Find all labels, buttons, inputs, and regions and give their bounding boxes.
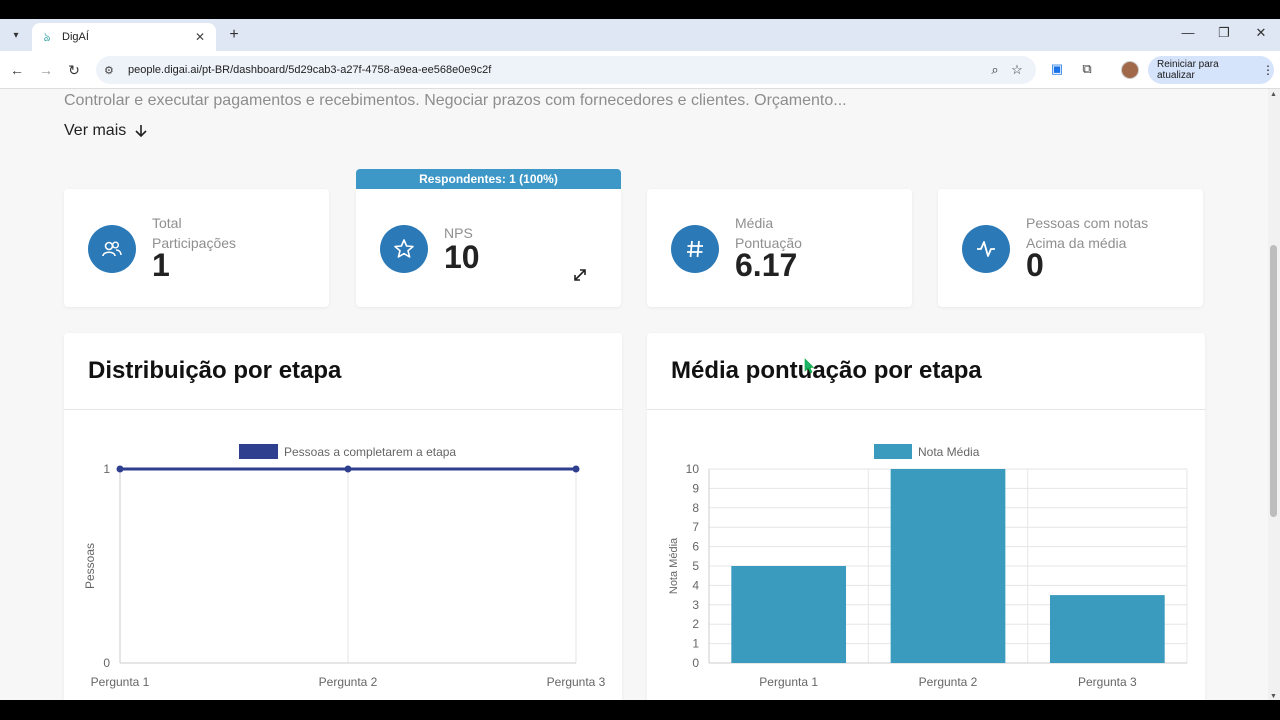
x-tick-label: Pergunta 2 — [919, 675, 978, 689]
url-text[interactable]: people.digai.ai/pt-BR/dashboard/5d29cab3… — [128, 64, 984, 76]
y-tick-label: 4 — [692, 578, 699, 592]
legend-label: Nota Média — [918, 445, 980, 459]
hash-icon — [671, 225, 719, 273]
tab-search-icon[interactable]: ▾ — [6, 26, 26, 44]
see-more-label: Ver mais — [64, 122, 127, 139]
y-tick-label: 1 — [103, 462, 110, 476]
legend-label: Pessoas a completarem a etapa — [284, 445, 456, 459]
y-tick-label: 0 — [103, 656, 110, 670]
legend-swatch — [239, 444, 278, 459]
data-point — [572, 465, 580, 473]
back-icon[interactable]: ← — [7, 60, 27, 80]
chart-title: Distribuição por etapa — [88, 357, 342, 384]
profile-avatar[interactable] — [1121, 61, 1139, 79]
x-tick-label: Pergunta 1 — [91, 675, 150, 689]
menu-dots-icon[interactable]: ⋮ — [1262, 63, 1274, 77]
new-tab-button[interactable]: + — [224, 25, 244, 45]
bar — [890, 469, 1006, 663]
chart-card-distribution: Distribuição por etapa Pessoas a complet… — [64, 333, 622, 700]
forward-icon[interactable]: → — [36, 60, 56, 80]
browser-window: ▾ ঌ DigAÍ ✕ + — ❐ ✕ ← → ↻ ⚙ people.digai… — [0, 19, 1280, 700]
stat-card-average: Média Pontuação 6.17 — [647, 189, 912, 307]
update-label: Reiniciar para atualizar — [1157, 59, 1219, 81]
see-more-link[interactable]: Ver mais — [64, 122, 148, 140]
stat-card-participations: Total Participações 1 — [64, 189, 329, 307]
tab-strip: ▾ ঌ DigAÍ ✕ + — ❐ ✕ — [0, 19, 1280, 51]
stat-value: 1 — [152, 247, 170, 283]
close-window-icon[interactable]: ✕ — [1251, 25, 1271, 41]
reload-icon[interactable]: ↻ — [64, 60, 84, 80]
role-description: Controlar e executar pagamentos e recebi… — [64, 92, 847, 109]
update-button[interactable]: Reiniciar para atualizar ⋮ — [1148, 56, 1274, 84]
restore-icon[interactable]: ❐ — [1214, 25, 1234, 41]
tab-title: DigAÍ — [62, 31, 89, 43]
respondents-badge: Respondentes: 1 (100%) — [356, 169, 621, 190]
dashboard-page: Controlar e executar pagamentos e recebi… — [0, 89, 1268, 700]
x-tick-label: Pergunta 2 — [319, 675, 378, 689]
bar — [1049, 595, 1165, 663]
chart-header: Média pontuação por etapa — [647, 333, 1205, 410]
chart-header: Distribuição por etapa — [64, 333, 622, 410]
star-icon — [380, 225, 428, 273]
site-info-icon[interactable]: ⚙ — [104, 64, 122, 77]
y-tick-label: 5 — [692, 559, 699, 573]
tab-digai[interactable]: ঌ DigAÍ ✕ — [32, 23, 216, 51]
data-point — [344, 465, 352, 473]
chart-card-average: Média pontuação por etapa Nota Média 0 1 2 3… — [647, 333, 1205, 700]
page-scrollbar[interactable]: ▲ ▼ — [1268, 89, 1280, 700]
y-tick-label: 3 — [692, 598, 699, 612]
legend-swatch — [874, 444, 912, 459]
zoom-icon[interactable]: ⌕ — [984, 62, 1006, 78]
y-tick-label: 8 — [692, 501, 699, 515]
x-tick-label: Pergunta 1 — [759, 675, 818, 689]
data-point — [116, 465, 124, 473]
stat-card-nps: NPS 10 — [356, 189, 621, 307]
y-tick-label: 7 — [692, 520, 699, 534]
tab-close-icon[interactable]: ✕ — [192, 30, 208, 44]
chart-title: Média pontuação por etapa — [671, 357, 982, 384]
y-axis-label: Pessoas — [83, 543, 97, 589]
scroll-thumb[interactable] — [1270, 245, 1277, 517]
bookmark-star-icon[interactable]: ☆ — [1006, 62, 1028, 78]
y-tick-label: 1 — [692, 637, 699, 651]
mouse-cursor-icon — [804, 358, 814, 374]
x-tick-label: Pergunta 3 — [547, 675, 606, 689]
stat-value: 0 — [1026, 247, 1044, 283]
bottom-bar — [0, 700, 1280, 720]
address-bar[interactable]: ⚙ people.digai.ai/pt-BR/dashboard/5d29ca… — [96, 56, 1036, 84]
y-tick-label: 0 — [692, 656, 699, 670]
scroll-down-icon[interactable]: ▼ — [1270, 693, 1277, 700]
y-axis-label: Nota Média — [668, 537, 680, 594]
stat-value: 10 — [444, 239, 480, 275]
extensions-icon[interactable]: ⧉ — [1077, 61, 1097, 79]
arrow-down-icon — [135, 125, 147, 138]
minimize-icon[interactable]: — — [1178, 25, 1198, 40]
activity-icon — [962, 225, 1010, 273]
users-icon — [88, 225, 136, 273]
scroll-up-icon[interactable]: ▲ — [1270, 91, 1277, 98]
line-chart: Pessoas a completarem a etapa 0 1 Pergunta … — [83, 444, 606, 700]
x-tick-label: Pergunta 3 — [1078, 675, 1137, 689]
bar — [731, 566, 847, 663]
stat-card-above-average: Pessoas com notas Acima da média 0 — [938, 189, 1203, 307]
y-tick-label: 9 — [692, 481, 699, 495]
bar-chart: Nota Média 0 1 2 3 4 5 6 7 8 9 10 Pergunta 1 Pergunta… — [668, 444, 1188, 700]
cast-icon[interactable]: ▣ — [1047, 61, 1067, 79]
stat-value: 6.17 — [735, 247, 798, 283]
y-tick-label: 6 — [692, 540, 699, 554]
y-tick-label: 10 — [686, 462, 700, 476]
digai-favicon-icon: ঌ — [43, 30, 51, 44]
expand-icon[interactable] — [572, 267, 588, 283]
y-tick-label: 2 — [692, 617, 699, 631]
browser-toolbar: ← → ↻ ⚙ people.digai.ai/pt-BR/dashboard/… — [0, 51, 1280, 89]
stat-label: Pessoas com notas Acima da média — [1026, 215, 1149, 251]
